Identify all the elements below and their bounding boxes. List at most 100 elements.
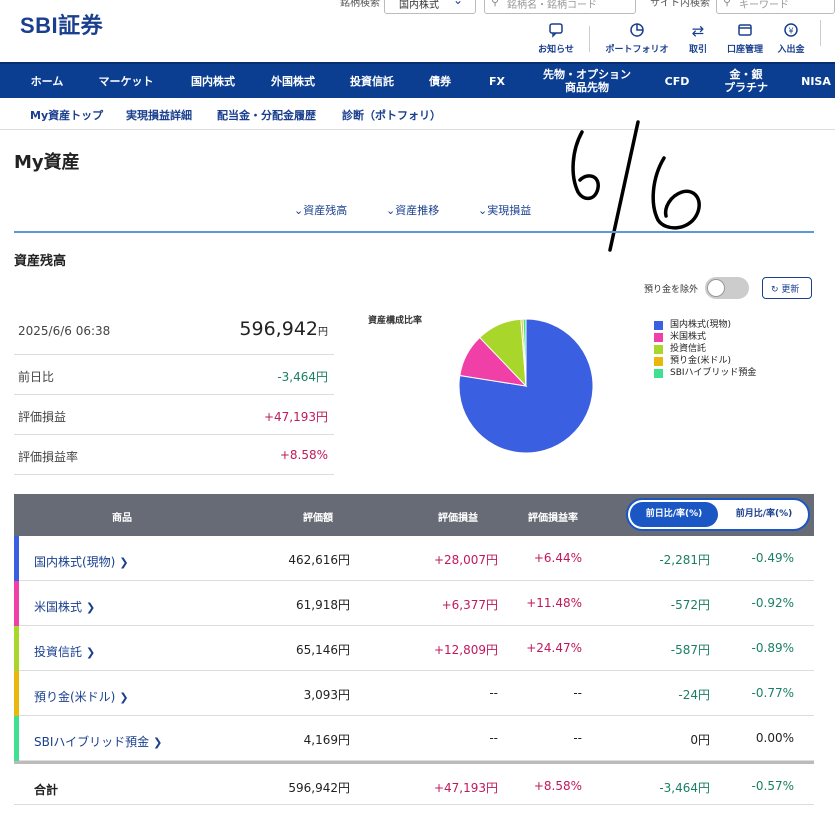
refresh-button[interactable]: ↻ 更新	[762, 277, 812, 299]
stock-search-input[interactable]: ⚲ 銘柄名・銘柄コード	[484, 0, 636, 14]
search-icon: ⚲	[723, 0, 732, 8]
summary-row: 評価損益率 +8.58%	[14, 435, 334, 475]
legend-swatch	[654, 321, 663, 330]
subnav-dividends[interactable]: 配当金・分配金履歴	[217, 107, 316, 123]
nav-market[interactable]: マーケット	[90, 64, 162, 98]
nav-futures-options[interactable]: 先物・オプション 商品先物	[532, 64, 642, 98]
nav-foreign-stocks[interactable]: 外国株式	[258, 64, 328, 98]
nav-nisa[interactable]: NISA	[794, 64, 835, 98]
holding-link[interactable]: SBIハイブリッド預金 ❯	[34, 733, 162, 750]
subnav-my-assets-top[interactable]: My資産トップ	[30, 107, 103, 123]
amount-cell: 462,616円	[288, 553, 350, 567]
stock-search-placeholder: 銘柄名・銘柄コード	[507, 0, 597, 11]
nav-fx[interactable]: FX	[478, 64, 516, 98]
holding-link[interactable]: 投資信託 ❯	[34, 643, 95, 660]
subnav-diagnosis[interactable]: 診断（ポトフォリ）	[342, 107, 441, 123]
portfolio-button[interactable]: ポートフォリオ	[600, 22, 674, 55]
asset-composition-pie	[458, 318, 594, 454]
legend-swatch	[654, 345, 663, 354]
trade-button[interactable]: ⇄ 取引	[682, 22, 714, 55]
holding-link[interactable]: 国内株式(現物) ❯	[34, 553, 129, 570]
amount-cell: 4,169円	[303, 733, 350, 747]
diff-rate-cell: 0.00%	[755, 731, 794, 745]
toggle-knob	[707, 279, 725, 297]
diff-cell: 0円	[690, 733, 710, 747]
table-row: SBIハイブリッド預金 ❯ 4,169円 -- -- 0円 0.00%	[14, 716, 814, 761]
pl-rate-cell: +11.48%	[526, 596, 582, 610]
pl-cell: --	[489, 731, 498, 745]
nav-cfd[interactable]: CFD	[654, 64, 700, 98]
diff-cell: -24円	[678, 688, 710, 702]
nav-bonds[interactable]: 債券	[418, 64, 462, 98]
search-type-label: 銘柄検索	[340, 0, 380, 9]
period-toggle: 前日比/率(%) 前月比/率(%)	[626, 498, 810, 531]
svg-text:¥: ¥	[788, 27, 793, 36]
table-total-row: 合計 596,942円 +47,193円 +8.58% -3,464円 -0.5…	[14, 761, 814, 805]
chart-title: 資産構成比率	[368, 316, 423, 326]
as-of-datetime: 2025/6/6 06:38	[18, 324, 111, 338]
pl-cell: +12,809円	[433, 643, 498, 657]
page-title: My資産	[14, 152, 80, 173]
chevron-down-icon: ⌄	[452, 0, 463, 7]
legend-swatch	[654, 369, 663, 378]
nav-home[interactable]: ホーム	[14, 64, 80, 98]
legend-swatch	[654, 333, 663, 342]
balance-summary: 2025/6/6 06:38 596,942円 前日比 -3,464円 評価損益…	[14, 310, 334, 475]
amount-cell: 61,918円	[296, 598, 350, 612]
nav-precious-metals[interactable]: 金・銀 プラチナ	[716, 64, 776, 98]
category-color-bar	[14, 671, 19, 716]
notifications-button[interactable]: お知らせ	[534, 22, 578, 55]
search-icon: ⚲	[491, 0, 500, 8]
section-title: 資産残高	[14, 254, 67, 269]
legend-entry: 国内株式(現物)	[654, 320, 756, 332]
holding-link[interactable]: 預り金(米ドル) ❯	[34, 688, 129, 705]
category-color-bar	[14, 716, 19, 761]
diff-cell: -2,281円	[659, 553, 710, 567]
handwritten-date	[571, 120, 701, 252]
account-management-button[interactable]: 口座管理	[722, 22, 768, 55]
pl-cell: +6,377円	[441, 598, 498, 612]
amount-cell: 65,146円	[296, 643, 350, 657]
table-row: 米国株式 ❯ 61,918円 +6,377円 +11.48% -572円 -0.92%	[14, 581, 814, 626]
diff-rate-cell: -0.77%	[751, 686, 794, 700]
anchor-realized[interactable]: ⌄実現損益	[478, 202, 531, 218]
chevron-right-icon: ❯	[153, 736, 163, 749]
monthly-change-tab[interactable]: 前月比/率(%)	[720, 502, 808, 527]
total-value: 596,942円	[239, 318, 328, 340]
search-type-value: 国内株式	[399, 0, 439, 11]
header: SBI証券 銘柄検索 国内株式 ⌄ ⚲ 銘柄名・銘柄コード サイト内検索 ⚲ キ…	[0, 0, 835, 62]
search-type-select[interactable]: 国内株式 ⌄	[384, 0, 476, 14]
amount-cell: 3,093円	[303, 688, 350, 702]
exclude-deposit-label: 預り金を除外	[644, 285, 699, 295]
diff-cell: -572円	[670, 598, 710, 612]
diff-rate-cell: -0.92%	[751, 596, 794, 610]
refresh-icon: ↻	[771, 285, 779, 295]
site-search-input[interactable]: ⚲ キーワード	[716, 0, 835, 14]
anchor-balance[interactable]: ⌄資産残高	[294, 202, 347, 218]
pl-rate-cell: +24.47%	[526, 641, 582, 655]
category-color-bar	[14, 581, 19, 626]
chat-bubble-icon	[534, 22, 578, 42]
anchor-history[interactable]: ⌄資産推移	[386, 202, 439, 218]
exclude-deposit-toggle[interactable]	[705, 277, 749, 299]
nav-domestic-stocks[interactable]: 国内株式	[176, 64, 250, 98]
legend-swatch	[654, 357, 663, 366]
site-search-label: サイト内検索	[650, 0, 710, 9]
table-row: 国内株式(現物) ❯ 462,616円 +28,007円 +6.44% -2,281円 -0…	[14, 536, 814, 581]
legend-entry: SBIハイブリッド預金	[654, 368, 756, 380]
sbi-logo[interactable]: SBI証券	[20, 8, 103, 40]
subnav-realized-pl[interactable]: 実現損益詳細	[126, 107, 192, 123]
nav-mutual-funds[interactable]: 投資信託	[338, 64, 406, 98]
pl-rate-cell: --	[573, 731, 582, 745]
page: SBI証券 銘柄検索 国内株式 ⌄ ⚲ 銘柄名・銘柄コード サイト内検索 ⚲ キ…	[0, 0, 835, 814]
chevron-right-icon: ❯	[86, 601, 96, 614]
table-header: 商品 評価額 評価損益 評価損益率 前日比/率(%) 前月比/率(%)	[14, 494, 814, 536]
legend-entry: 預り金(米ドル)	[654, 356, 756, 368]
deposit-withdraw-button[interactable]: ¥ 入出金	[772, 22, 810, 55]
chevron-right-icon: ❯	[86, 646, 96, 659]
daily-change-tab[interactable]: 前日比/率(%)	[630, 502, 718, 527]
diff-cell: -587円	[670, 643, 710, 657]
holding-link[interactable]: 米国株式 ❯	[34, 598, 95, 615]
legend-entry: 投資信託	[654, 344, 756, 356]
category-color-bar	[14, 626, 19, 671]
